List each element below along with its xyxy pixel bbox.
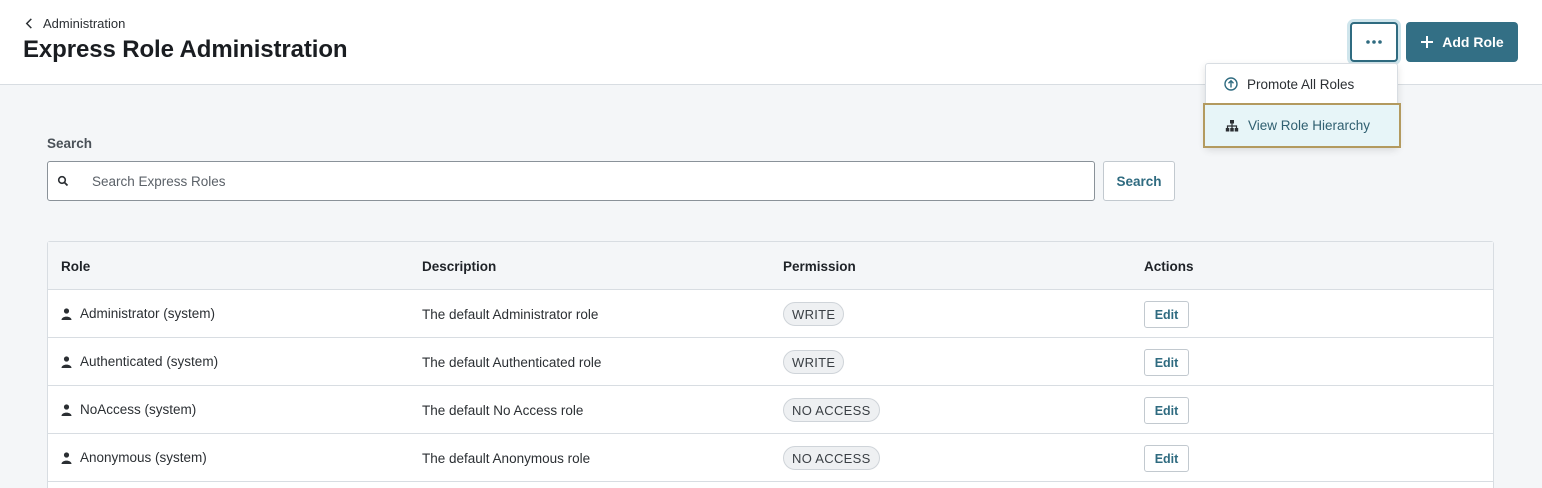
roles-table: Role Description Permission Actions Admi… — [47, 241, 1494, 488]
hierarchy-icon — [1225, 119, 1239, 131]
table-row: Administrator (system) The default Admin… — [48, 290, 1493, 338]
edit-button[interactable]: Edit — [1144, 301, 1189, 328]
column-header-description: Description — [422, 259, 497, 274]
role-name: Anonymous (system) — [80, 450, 207, 465]
menu-item-promote-all-roles[interactable]: Promote All Roles — [1206, 64, 1399, 104]
table-row: NoAccess (system) The default No Access … — [48, 386, 1493, 434]
column-header-permission: Permission — [783, 259, 856, 274]
role-cell: Anonymous (system) — [61, 450, 207, 465]
user-icon — [61, 355, 72, 368]
permission-badge: WRITE — [783, 350, 845, 374]
plus-icon — [1421, 36, 1434, 48]
chevron-left-icon — [25, 18, 32, 29]
description-cell: The default Administrator role — [422, 307, 599, 322]
role-name: Authenticated (system) — [80, 354, 219, 369]
search-field[interactable] — [47, 161, 1095, 201]
menu-item-view-role-hierarchy[interactable]: View Role Hierarchy — [1203, 103, 1401, 148]
search-label: Search — [47, 136, 93, 151]
ellipsis-icon — [1366, 40, 1382, 44]
more-options-menu: Promote All Roles View Role Hierarchy — [1203, 63, 1401, 148]
table-row: Anonymous (system) The default Anonymous… — [48, 434, 1493, 482]
table-row: Authenticated (system) The default Authe… — [48, 338, 1493, 386]
role-cell: Authenticated (system) — [61, 354, 218, 369]
breadcrumb-link[interactable]: Administration — [43, 16, 125, 31]
user-icon — [61, 451, 72, 464]
permission-badge: WRITE — [783, 302, 845, 326]
user-icon — [61, 307, 72, 320]
edit-button[interactable]: Edit — [1144, 349, 1189, 376]
description-cell: The default Anonymous role — [422, 451, 591, 466]
table-header: Role Description Permission Actions — [48, 242, 1493, 290]
role-cell: Administrator (system) — [61, 306, 215, 321]
arrow-up-circle-icon — [1224, 77, 1238, 91]
column-header-actions: Actions — [1144, 259, 1194, 274]
search-input[interactable] — [92, 162, 1082, 200]
description-cell: The default Authenticated role — [422, 355, 602, 370]
role-name: Administrator (system) — [80, 306, 216, 321]
edit-button[interactable]: Edit — [1144, 397, 1189, 424]
user-icon — [61, 403, 72, 416]
role-name: NoAccess (system) — [80, 402, 197, 417]
more-options-button[interactable] — [1350, 22, 1398, 62]
search-button[interactable]: Search — [1103, 161, 1175, 201]
add-role-button[interactable]: Add Role — [1406, 22, 1518, 62]
add-role-label: Add Role — [1442, 34, 1504, 50]
page-title: Express Role Administration — [23, 36, 348, 63]
menu-item-label: Promote All Roles — [1247, 76, 1355, 92]
permission-badge: NO ACCESS — [783, 446, 880, 470]
search-icon — [57, 175, 69, 187]
breadcrumb[interactable]: Administration — [24, 16, 125, 31]
description-cell: The default No Access role — [422, 403, 584, 418]
menu-item-label: View Role Hierarchy — [1248, 118, 1371, 133]
permission-badge: NO ACCESS — [783, 398, 880, 422]
role-cell: NoAccess (system) — [61, 402, 196, 417]
column-header-role: Role — [61, 259, 91, 274]
edit-button[interactable]: Edit — [1144, 445, 1189, 472]
